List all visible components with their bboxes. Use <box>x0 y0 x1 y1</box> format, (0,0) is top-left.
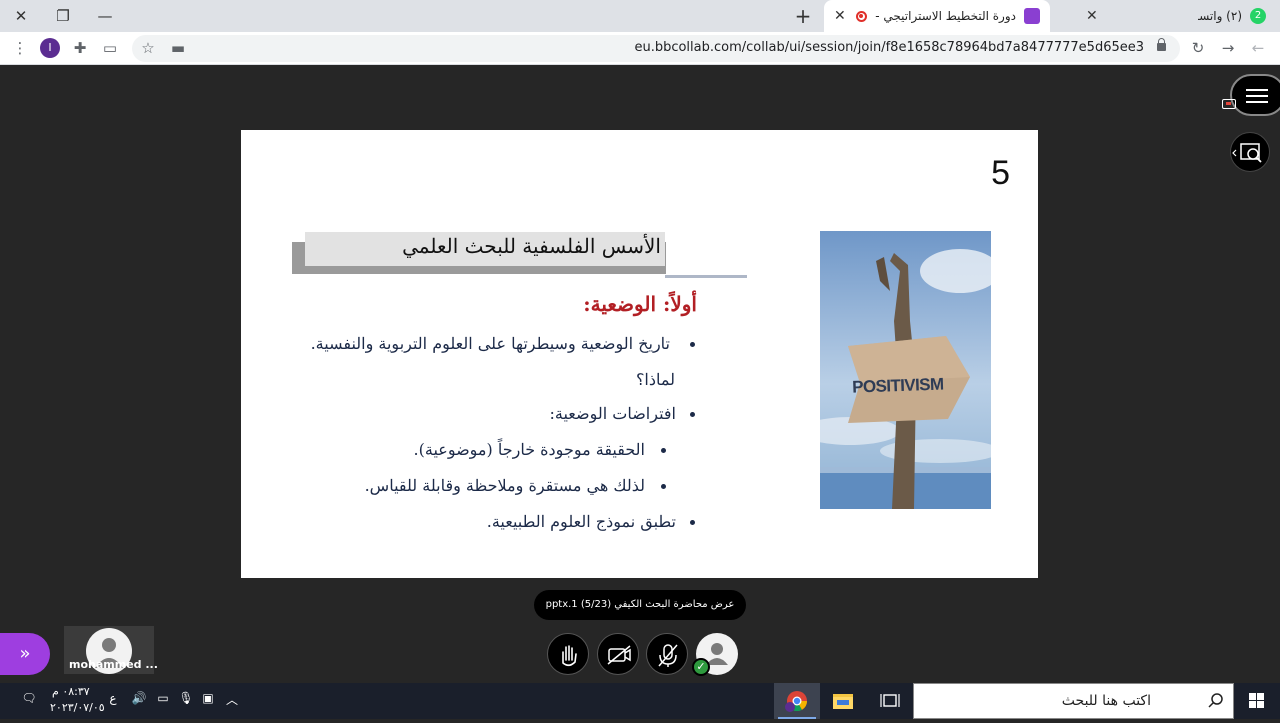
mic-off-icon <box>658 644 678 667</box>
hand-raise-icon <box>562 645 577 667</box>
tab-title: دورة التخطيط الاستراتيجي - ite <box>871 9 1016 23</box>
chrome-taskbar-button[interactable] <box>774 683 820 719</box>
zoom-icon <box>1232 143 1262 163</box>
clock-time[interactable]: ٠٨:٣٧ م <box>52 685 90 698</box>
camera-toggle-button[interactable] <box>597 633 639 675</box>
start-button[interactable] <box>1234 683 1280 719</box>
show-hidden-icons[interactable]: ︿ <box>224 691 240 708</box>
media-icon[interactable]: ▬ <box>166 36 190 60</box>
bullet-line-1: تاريخ الوضعية وسيطرتها على العلوم التربو… <box>310 334 670 353</box>
share-content-button[interactable] <box>547 633 589 675</box>
bullet-icon <box>690 342 695 347</box>
collab-favicon-icon <box>1024 8 1040 24</box>
new-tab-icon[interactable]: + <box>782 0 824 32</box>
minimize-window-icon[interactable]: — <box>84 0 126 32</box>
sign-text: POSITIVISM <box>852 374 945 396</box>
microphone-toggle-button[interactable] <box>646 633 688 675</box>
tab-strategic-planning[interactable]: دورة التخطيط الاستراتيجي - ite ✕ <box>824 0 1050 32</box>
lock-shackle-icon <box>1158 38 1165 45</box>
battery-icon[interactable]: ▭ <box>154 691 172 705</box>
restore-window-icon[interactable]: ❐ <box>42 0 84 32</box>
bullet-line-1-cont: لماذا؟ <box>635 370 675 389</box>
participant-name: mohammed ... <box>69 658 158 671</box>
tab-whatsapp[interactable]: 2 (٢) واتساب ✕ <box>1076 0 1276 32</box>
input-language[interactable]: ع <box>106 691 120 705</box>
section-heading: أولاً: الوضعية: <box>583 292 697 316</box>
positivism-sign-image: POSITIVISM <box>820 231 991 509</box>
tab-close-icon[interactable]: ✕ <box>834 8 846 24</box>
search-icon <box>1208 693 1223 708</box>
browser-toolbar: eu.bbcollab.com/collab/ui/session/join/f… <box>0 32 1280 65</box>
session-menu-button[interactable] <box>1230 74 1280 116</box>
tab-strip: ✕ ❐ — + دورة التخطيط الاستراتيجي - ite ✕… <box>0 0 1280 32</box>
tab-close-icon[interactable]: ✕ <box>1086 8 1098 24</box>
hamburger-icon <box>1246 89 1268 91</box>
chrome-menu-icon[interactable]: ⋮ <box>8 36 32 60</box>
shared-file-label: عرض محاضرة البحث الكيفي pptx.1 (5/23) <box>534 590 746 620</box>
folder-icon <box>833 694 853 709</box>
reload-icon[interactable]: ↻ <box>1186 36 1210 60</box>
bullet-line-2: افتراضات الوضعية: <box>549 404 677 423</box>
notifications-icon[interactable]: 🗨 <box>18 691 40 705</box>
chrome-icon <box>778 691 816 719</box>
open-panel-button[interactable]: » <box>0 633 50 675</box>
title-underline-decoration <box>665 275 747 278</box>
shared-slide: 5 الأسس الفلسفية للبحث العلمي أولاً: الو… <box>241 130 1038 578</box>
microphone-tray-icon[interactable]: 🎙 <box>178 691 194 705</box>
close-window-icon[interactable]: ✕ <box>0 0 42 32</box>
bullet-line-3: تطبق نموذج العلوم الطبيعية. <box>486 512 676 531</box>
taskbar-search[interactable]: اكتب هنا للبحث <box>913 683 1234 719</box>
volume-icon[interactable]: 🔊 <box>130 691 148 705</box>
tab-title-whatsapp: (٢) واتساب <box>1198 9 1242 23</box>
camera-status-icon <box>1222 99 1236 109</box>
double-chevron-icon: » <box>19 643 31 664</box>
slide-number: 5 <box>991 154 1010 192</box>
bookmark-star-icon[interactable]: ☆ <box>136 36 160 60</box>
bullet-icon <box>690 520 695 525</box>
task-view-button[interactable] <box>867 683 913 719</box>
status-check-icon: ✓ <box>692 658 710 676</box>
url-text[interactable]: eu.bbcollab.com/collab/ui/session/join/f… <box>634 40 1144 55</box>
zoom-content-button[interactable] <box>1230 132 1270 172</box>
bullet-icon <box>690 412 695 417</box>
back-icon[interactable]: → <box>1216 36 1240 60</box>
sub-bullet-icon <box>661 448 666 453</box>
sub-bullet-line-1: الحقيقة موجودة خارجاً (موضوعية). <box>413 440 645 459</box>
profile-avatar[interactable]: I <box>40 38 60 58</box>
whatsapp-icon: 2 <box>1250 8 1266 24</box>
task-view-icon <box>880 694 900 707</box>
camera-off-icon <box>607 645 631 665</box>
extensions-icon[interactable]: ✚ <box>68 36 92 60</box>
search-placeholder: اكتب هنا للبحث <box>1061 693 1151 709</box>
recording-icon <box>855 10 867 22</box>
slide-title: الأسس الفلسفية للبحث العلمي <box>402 234 661 258</box>
windows-logo-icon <box>1249 693 1264 708</box>
address-bar[interactable]: eu.bbcollab.com/collab/ui/session/join/f… <box>132 35 1180 62</box>
forward-icon[interactable]: ← <box>1246 36 1270 60</box>
file-explorer-button[interactable] <box>820 683 866 719</box>
cast-icon[interactable]: ▭ <box>98 36 122 60</box>
meet-now-icon[interactable]: ▣ <box>200 691 216 705</box>
sub-bullet-icon <box>661 484 666 489</box>
clock-date[interactable]: ٢٠٢٣/٠٧/٠٥ <box>50 701 105 714</box>
sub-bullet-line-2: لذلك هي مستقرة وملاحظة وقابلة للقياس. <box>364 476 645 495</box>
